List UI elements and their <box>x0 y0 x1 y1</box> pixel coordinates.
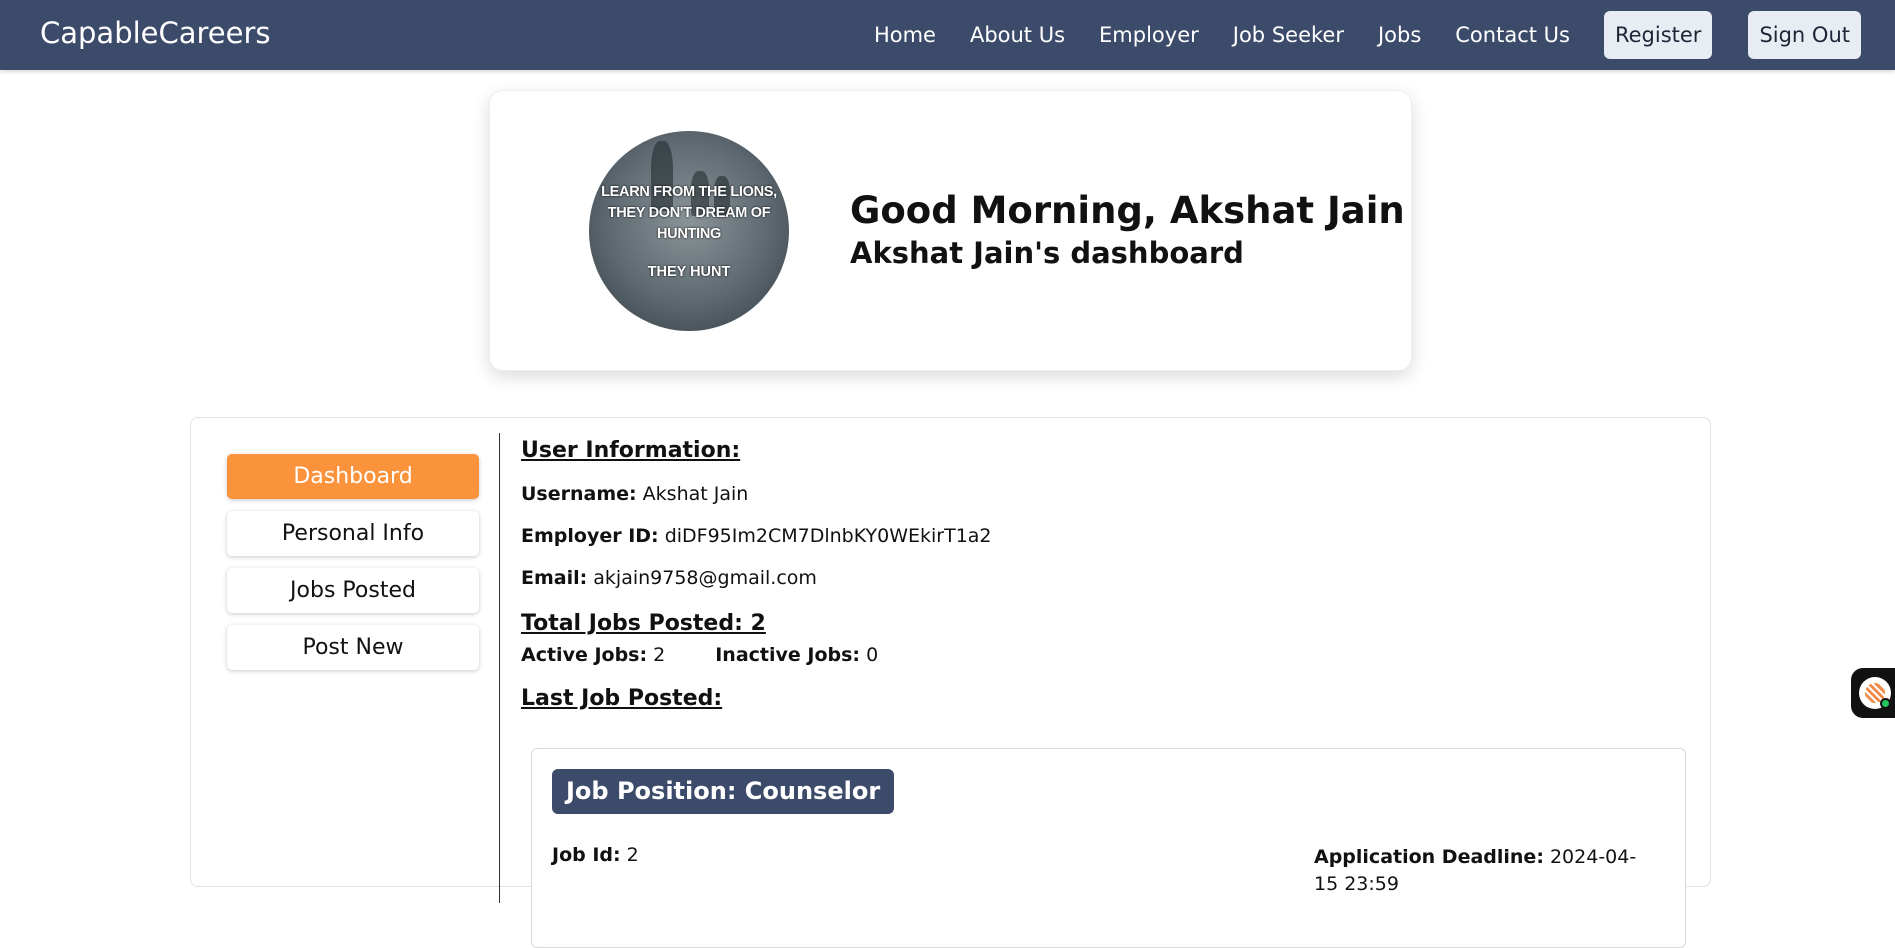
active-jobs: Active Jobs: 2 <box>521 644 665 666</box>
nav-link-job-seeker[interactable]: Job Seeker <box>1233 23 1344 47</box>
online-status-icon <box>1880 698 1891 709</box>
dashboard-subtitle: Akshat Jain's dashboard <box>850 236 1244 270</box>
nav-link-contact-us[interactable]: Contact Us <box>1455 23 1570 47</box>
active-jobs-label: Active Jobs: <box>521 644 648 666</box>
avatar-quote-line: THEY DON'T DREAM OF <box>607 205 771 221</box>
total-jobs-heading: Total Jobs Posted: 2 <box>521 611 766 636</box>
username-row: Username: Akshat Jain <box>521 483 1691 505</box>
sidebar-item-dashboard[interactable]: Dashboard <box>227 454 479 499</box>
employer-id-row: Employer ID: diDF95Im2CM7DlnbKY0WEkirT1a… <box>521 525 1691 547</box>
sidebar: Dashboard Personal Info Jobs Posted Post… <box>227 454 479 682</box>
inactive-jobs-count: 0 <box>866 644 879 666</box>
sidebar-item-post-new[interactable]: Post New <box>227 625 479 670</box>
register-button[interactable]: Register <box>1603 11 1713 59</box>
active-jobs-count: 2 <box>653 644 666 666</box>
vertical-divider <box>499 433 500 903</box>
sign-out-button[interactable]: Sign Out <box>1748 11 1861 59</box>
application-deadline-label: Application Deadline: <box>1314 846 1544 868</box>
inactive-jobs-label: Inactive Jobs: <box>715 644 861 666</box>
application-deadline-row: Application Deadline: 2024-04-15 23:59 <box>1314 844 1644 898</box>
employer-id-value: diDF95Im2CM7DlnbKY0WEkirT1a2 <box>664 525 992 547</box>
jobs-count-row: Active Jobs: 2 Inactive Jobs: 0 <box>521 644 1691 666</box>
avatar-quote-line: LEARN FROM THE LIONS, <box>601 184 777 200</box>
job-position-badge: Job Position: Counselor <box>552 769 895 814</box>
sidebar-item-jobs-posted[interactable]: Jobs Posted <box>227 568 479 613</box>
dashboard-content: User Information: Username: Akshat Jain … <box>521 438 1691 948</box>
user-information-heading: User Information: <box>521 438 741 463</box>
greeting-card: LEARN FROM THE LIONS, THEY DON'T DREAM O… <box>489 90 1412 371</box>
nav-link-home[interactable]: Home <box>874 23 936 47</box>
avatar-quote-line: HUNTING <box>657 226 721 242</box>
inactive-jobs: Inactive Jobs: 0 <box>715 644 878 666</box>
nav-link-about-us[interactable]: About Us <box>970 23 1065 47</box>
avatar-quote-line: THEY HUNT <box>647 264 731 280</box>
dashboard-panel: Dashboard Personal Info Jobs Posted Post… <box>190 417 1711 948</box>
last-job-card: Job Position: Counselor Job Id: 2 Applic… <box>531 748 1686 948</box>
job-id-row: Job Id: 2 <box>552 844 639 866</box>
email-row: Email: akjain9758@gmail.com <box>521 567 1691 589</box>
nav-links: Home About Us Employer Job Seeker Jobs C… <box>840 0 1861 70</box>
email-value: akjain9758@gmail.com <box>593 567 817 589</box>
username-value: Akshat Jain <box>642 483 749 505</box>
job-id-value: 2 <box>626 844 639 866</box>
chat-widget-button[interactable] <box>1851 668 1895 718</box>
nav-link-employer[interactable]: Employer <box>1099 23 1199 47</box>
email-label: Email: <box>521 567 588 589</box>
top-navbar: CapableCareers Home About Us Employer Jo… <box>0 0 1895 70</box>
employer-id-label: Employer ID: <box>521 525 659 547</box>
nav-link-jobs[interactable]: Jobs <box>1378 23 1421 47</box>
username-label: Username: <box>521 483 637 505</box>
job-id-label: Job Id: <box>552 844 621 866</box>
last-job-heading: Last Job Posted: <box>521 686 723 711</box>
greeting-title: Good Morning, Akshat Jain <box>850 189 1405 232</box>
sidebar-item-personal-info[interactable]: Personal Info <box>227 511 479 556</box>
avatar: LEARN FROM THE LIONS, THEY DON'T DREAM O… <box>589 131 789 331</box>
brand-logo[interactable]: CapableCareers <box>40 16 271 50</box>
avatar-quote: LEARN FROM THE LIONS, THEY DON'T DREAM O… <box>601 182 777 245</box>
